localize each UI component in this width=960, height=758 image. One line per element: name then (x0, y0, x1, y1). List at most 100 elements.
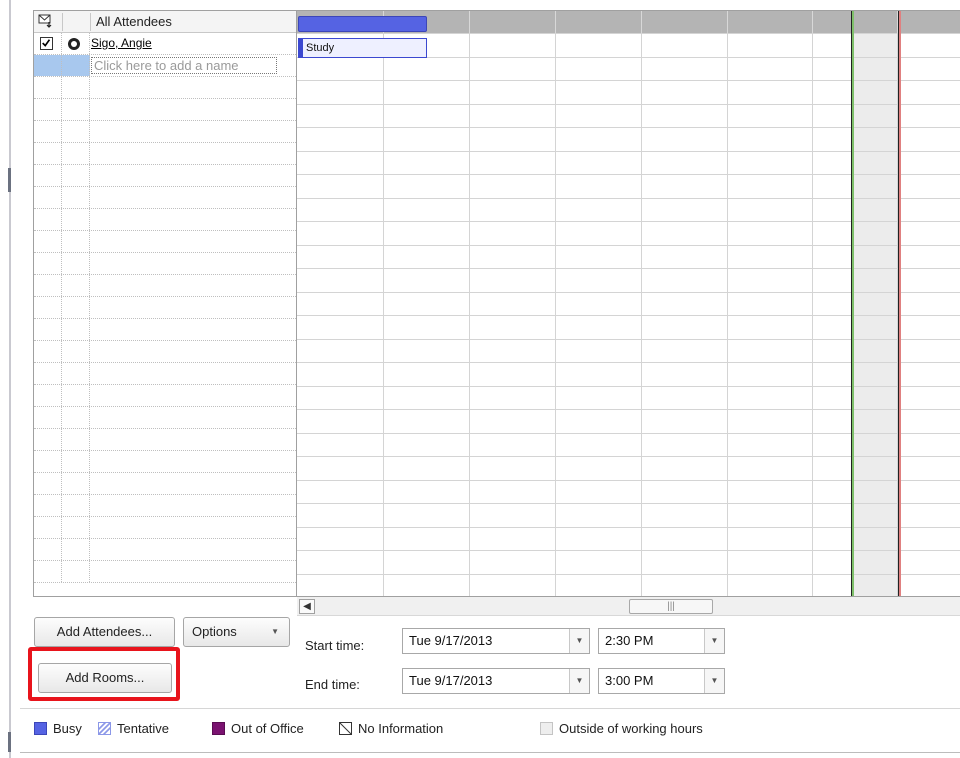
empty-attendee-row[interactable] (34, 209, 296, 231)
empty-attendee-row[interactable] (34, 517, 296, 539)
attendee-list: All Attendees Sigo, Angie Click here to … (33, 10, 297, 597)
grid-row-line (297, 385, 960, 387)
grid-row-line (297, 550, 960, 551)
empty-attendee-row[interactable] (34, 121, 296, 143)
start-time-label: Start time: (305, 638, 365, 653)
end-time-value: 3:00 PM (605, 673, 654, 688)
empty-attendee-row[interactable] (34, 143, 296, 165)
combined-busy-bar (298, 16, 427, 32)
empty-cell (62, 319, 90, 340)
resize-grip[interactable] (8, 168, 11, 192)
empty-cell (62, 407, 90, 428)
attendee-type-cell[interactable] (62, 33, 90, 54)
end-date-value: Tue 9/17/2013 (409, 673, 493, 688)
options-button[interactable]: Options ▼ (183, 617, 290, 647)
add-attendees-button[interactable]: Add Attendees... (34, 617, 175, 647)
tentative-swatch-icon (98, 722, 111, 735)
bottom-border (20, 752, 960, 753)
empty-cell (62, 341, 90, 362)
attendee-row[interactable]: Sigo, Angie (34, 33, 296, 55)
chevron-down-icon[interactable]: ▼ (704, 669, 724, 693)
empty-attendee-row[interactable] (34, 231, 296, 253)
scroll-left-arrow-icon[interactable]: ◀ (299, 599, 315, 614)
start-time-value: 2:30 PM (605, 633, 654, 648)
empty-cell (62, 99, 90, 120)
all-attendees-title: All Attendees (96, 14, 172, 29)
chevron-down-icon[interactable]: ▼ (704, 629, 724, 653)
empty-attendee-row[interactable] (34, 451, 296, 473)
empty-attendee-row[interactable] (34, 319, 296, 341)
meeting-start-line[interactable] (851, 11, 854, 596)
end-date-picker[interactable]: Tue 9/17/2013 ▼ (402, 668, 590, 694)
empty-cell (62, 253, 90, 274)
empty-cell (34, 121, 62, 142)
empty-attendee-row[interactable] (34, 407, 296, 429)
grid-row-line (297, 244, 960, 246)
legend-tentative: Tentative (98, 721, 169, 736)
busy-swatch-icon (34, 722, 47, 735)
empty-cell (62, 165, 90, 186)
empty-cell (34, 407, 62, 428)
empty-cell (62, 385, 90, 406)
empty-attendee-row[interactable] (34, 275, 296, 297)
legend-tentative-label: Tentative (117, 721, 170, 736)
attendee-include-checkbox[interactable] (40, 37, 53, 50)
attendee-row-add[interactable]: Click here to add a name (34, 55, 296, 77)
window-border (9, 0, 11, 758)
meeting-end-line[interactable] (898, 11, 901, 596)
grid-row-line (297, 127, 960, 128)
empty-attendee-row[interactable] (34, 561, 296, 583)
empty-attendee-row[interactable] (34, 187, 296, 209)
empty-cell (62, 121, 90, 142)
out-of-office-swatch-icon (212, 722, 225, 735)
empty-attendee-row[interactable] (34, 297, 296, 319)
empty-attendee-row[interactable] (34, 341, 296, 363)
end-time-picker[interactable]: 3:00 PM ▼ (598, 668, 725, 694)
empty-attendee-row[interactable] (34, 495, 296, 517)
chevron-down-icon[interactable]: ▼ (569, 629, 589, 653)
empty-attendee-row[interactable] (34, 539, 296, 561)
schedule-grid[interactable]: Study (297, 10, 960, 597)
empty-attendee-row[interactable] (34, 77, 296, 99)
check-icon (42, 39, 51, 47)
grid-row-line (297, 479, 960, 481)
send-message-icon[interactable] (38, 13, 54, 29)
empty-cell (34, 561, 62, 582)
chevron-down-icon: ▼ (271, 627, 279, 636)
header-column-line (641, 11, 642, 33)
horizontal-scrollbar[interactable]: ◀ ||| (297, 597, 960, 616)
empty-cell (34, 517, 62, 538)
empty-cell (34, 363, 62, 384)
empty-attendee-row[interactable] (34, 429, 296, 451)
empty-attendee-row[interactable] (34, 99, 296, 121)
resize-grip-bottom[interactable] (8, 732, 11, 752)
grid-row-line (297, 174, 960, 175)
empty-attendee-row[interactable] (34, 385, 296, 407)
attendee-include-cell[interactable] (34, 55, 62, 76)
empty-cell (62, 297, 90, 318)
grid-row-line (297, 221, 960, 222)
empty-cell (34, 253, 62, 274)
chevron-down-icon[interactable]: ▼ (569, 669, 589, 693)
empty-attendee-row[interactable] (34, 253, 296, 275)
attendee-type-cell[interactable] (62, 55, 90, 76)
required-attendee-icon[interactable] (68, 38, 80, 50)
start-date-picker[interactable]: Tue 9/17/2013 ▼ (402, 628, 590, 654)
scroll-thumb[interactable]: ||| (629, 599, 713, 614)
grid-row-line (297, 315, 960, 316)
empty-cell (62, 209, 90, 230)
empty-cell (34, 473, 62, 494)
attendee-name[interactable]: Sigo, Angie (91, 36, 152, 50)
empty-cell (34, 99, 62, 120)
add-name-input[interactable]: Click here to add a name (91, 57, 277, 74)
empty-cell (34, 77, 62, 98)
attendee-include-cell[interactable] (34, 33, 62, 54)
empty-attendee-row[interactable] (34, 165, 296, 187)
empty-attendee-row[interactable] (34, 363, 296, 385)
empty-cell (34, 297, 62, 318)
header-column-line (727, 11, 728, 33)
empty-attendee-row[interactable] (34, 473, 296, 495)
start-time-picker[interactable]: 2:30 PM ▼ (598, 628, 725, 654)
busy-appointment-block: Study (298, 38, 427, 58)
grid-row-line (297, 526, 960, 528)
